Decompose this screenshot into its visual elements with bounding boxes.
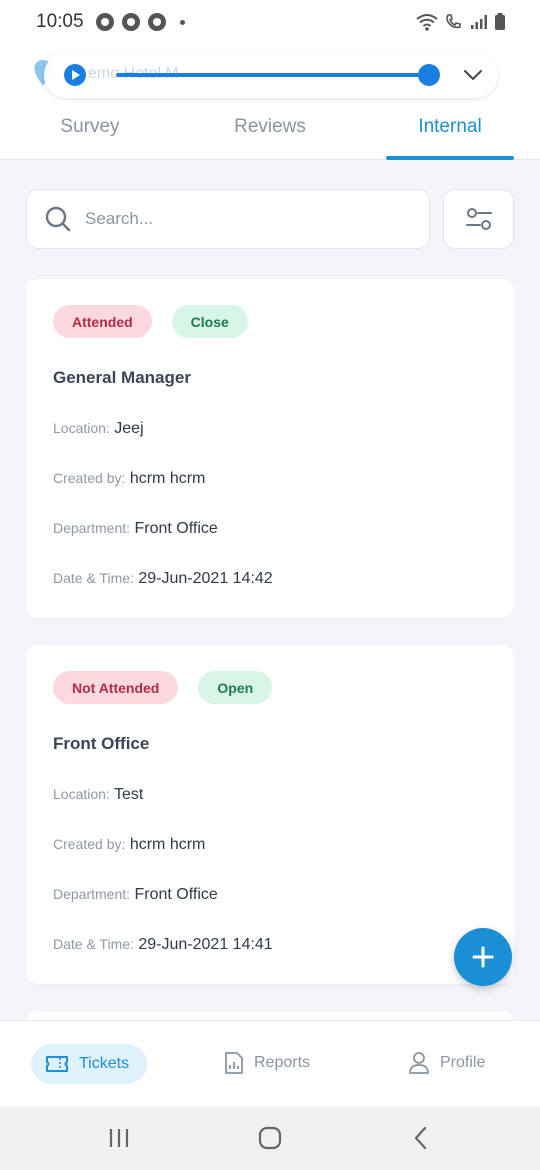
status-bar: 10:05 — [0, 0, 540, 44]
wifi-call-icon — [446, 14, 461, 29]
tab-bar: Survey Reviews Internal — [0, 112, 540, 160]
audio-progress-thumb[interactable] — [418, 64, 440, 86]
back-icon[interactable] — [410, 1125, 432, 1151]
audio-player: emo Hotel M — [44, 52, 498, 98]
app-header: emo Hotel M Survey Reviews Internal — [0, 44, 540, 160]
notification-icons — [95, 13, 185, 31]
filter-sliders-icon — [465, 208, 492, 230]
datetime-label: Date & Time: — [53, 570, 134, 586]
ticket-location: Location: Jeej — [53, 420, 144, 438]
nav-profile-label: Profile — [440, 1054, 486, 1071]
state-badge: Close — [171, 305, 248, 338]
status-time: 10:05 — [36, 11, 84, 32]
whatsapp-icon — [147, 13, 166, 31]
search-input[interactable] — [85, 209, 385, 229]
home-icon[interactable] — [257, 1125, 283, 1151]
tab-reviews[interactable]: Reviews — [180, 112, 360, 160]
created-by-label: Created by: — [53, 470, 126, 486]
chevron-down-icon[interactable] — [462, 64, 484, 86]
user-icon — [409, 1052, 429, 1074]
system-status-icons — [416, 13, 506, 31]
recent-apps-icon[interactable] — [108, 1125, 130, 1151]
created-by-value: hcrm hcrm — [129, 836, 206, 853]
department-label: Department: — [53, 520, 131, 536]
ticket-title: General Manager — [53, 368, 191, 387]
bottom-navigation: Tickets Reports Profile — [0, 1020, 540, 1107]
tab-survey[interactable]: Survey — [0, 112, 180, 160]
ticket-card[interactable]: Not Attended Open Front Office Location:… — [26, 645, 514, 984]
search-icon — [45, 206, 71, 232]
ticket-datetime: Date & Time: 29-Jun-2021 14:42 — [53, 570, 273, 588]
nav-reports[interactable]: Reports — [224, 1051, 310, 1075]
add-ticket-button[interactable] — [454, 928, 512, 986]
chrome-icon — [121, 13, 140, 31]
department-value: Front Office — [134, 520, 218, 537]
system-navigation-bar — [0, 1107, 540, 1170]
datetime-value: 29-Jun-2021 14:41 — [138, 936, 273, 953]
filter-button[interactable] — [443, 189, 514, 249]
nav-tickets-label: Tickets — [79, 1055, 130, 1072]
signal-icon — [471, 15, 487, 29]
search-box — [26, 189, 430, 249]
attendance-badge: Not Attended — [53, 671, 179, 704]
attendance-badge: Attended — [53, 305, 152, 338]
report-icon — [225, 1052, 243, 1074]
ticket-card[interactable]: Attended Close General Manager Location:… — [26, 279, 514, 618]
created-by-value: hcrm hcrm — [129, 470, 206, 487]
location-value: Jeej — [114, 420, 144, 437]
datetime-value: 29-Jun-2021 14:42 — [138, 570, 273, 587]
ticket-created-by: Created by: hcrm hcrm — [53, 470, 205, 488]
chrome-icon — [95, 13, 114, 31]
ticket-department: Department: Front Office — [53, 520, 218, 538]
state-badge: Open — [198, 671, 273, 704]
location-label: Location: — [53, 420, 110, 436]
ticket-badges: Attended Close — [53, 305, 248, 338]
wifi-icon — [416, 14, 438, 31]
nav-tickets[interactable]: Tickets — [31, 1044, 148, 1084]
battery-icon — [495, 13, 505, 30]
created-by-label: Created by: — [53, 836, 126, 852]
department-value: Front Office — [134, 886, 218, 903]
ticket-title: Front Office — [53, 734, 150, 753]
more-notifications-dot — [179, 19, 185, 25]
ticket-location: Location: Test — [53, 786, 143, 804]
ticket-badges: Not Attended Open — [53, 671, 273, 704]
department-label: Department: — [53, 886, 131, 902]
nav-reports-label: Reports — [254, 1054, 311, 1071]
ticket-created-by: Created by: hcrm hcrm — [53, 836, 205, 854]
ticket-department: Department: Front Office — [53, 886, 218, 904]
plus-icon — [472, 946, 494, 968]
audio-progress-track[interactable] — [116, 73, 430, 77]
datetime-label: Date & Time: — [53, 936, 134, 952]
play-icon[interactable] — [64, 64, 86, 86]
location-value: Test — [113, 786, 144, 803]
tab-internal[interactable]: Internal — [360, 112, 540, 160]
location-label: Location: — [53, 786, 110, 802]
ticket-datetime: Date & Time: 29-Jun-2021 14:41 — [53, 936, 273, 954]
nav-profile[interactable]: Profile — [408, 1051, 485, 1075]
ticket-icon — [46, 1056, 68, 1072]
